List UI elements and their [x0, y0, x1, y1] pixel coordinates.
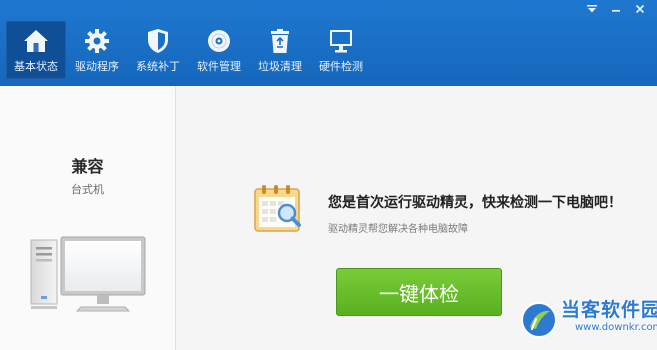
device-sidebar: 兼容 台式机: [0, 86, 176, 350]
recycle-bin-icon: [266, 27, 294, 55]
one-click-check-button[interactable]: 一键体检: [336, 268, 502, 316]
tab-label: 系统补丁: [136, 60, 180, 73]
tab-label: 驱动程序: [75, 60, 119, 73]
disc-icon: [205, 27, 233, 55]
tab-drivers[interactable]: 驱动程序: [67, 21, 127, 79]
minimize-icon[interactable]: [609, 3, 623, 15]
tab-label: 硬件检测: [319, 60, 363, 73]
gear-icon: [83, 27, 111, 55]
home-icon: [22, 27, 50, 55]
title-bar: 基本状态 驱动程序 系统补丁 软件管理 垃圾清理 硬件检测: [0, 0, 657, 86]
tab-hardware-detect[interactable]: 硬件检测: [311, 21, 371, 79]
tab-label: 垃圾清理: [258, 60, 302, 73]
tab-system-patch[interactable]: 系统补丁: [128, 21, 188, 79]
calendar-check-icon: [252, 183, 304, 237]
monitor-icon: [327, 27, 355, 55]
first-run-headline: 您是首次运行驱动精灵，快来检测一下电脑吧！: [328, 195, 622, 211]
tab-label: 软件管理: [197, 60, 241, 73]
window-controls: [585, 3, 647, 15]
tab-basic-status[interactable]: 基本状态: [6, 21, 66, 79]
watermark-logo-icon: [520, 301, 558, 339]
tab-junk-cleanup[interactable]: 垃圾清理: [250, 21, 310, 79]
device-model-name: 兼容: [71, 157, 104, 176]
watermark-title: 当客软件园: [561, 299, 657, 321]
watermark-url: www.downkr.com: [575, 322, 657, 333]
shield-icon: [144, 27, 172, 55]
first-run-subtext: 驱动精灵帮您解决各种电脑故障: [328, 224, 468, 235]
site-watermark: 当客软件园 www.downkr.com: [520, 299, 657, 339]
watermark-text: 当客软件园 www.downkr.com: [561, 299, 657, 335]
device-type: 台式机: [71, 183, 104, 196]
desktop-pc-icon: [29, 234, 151, 348]
tab-software-manager[interactable]: 软件管理: [189, 21, 249, 79]
main-nav: 基本状态 驱动程序 系统补丁 软件管理 垃圾清理 硬件检测: [6, 21, 372, 79]
tab-label: 基本状态: [14, 60, 58, 73]
menu-dropdown-icon[interactable]: [585, 3, 599, 15]
close-icon[interactable]: [633, 3, 647, 15]
